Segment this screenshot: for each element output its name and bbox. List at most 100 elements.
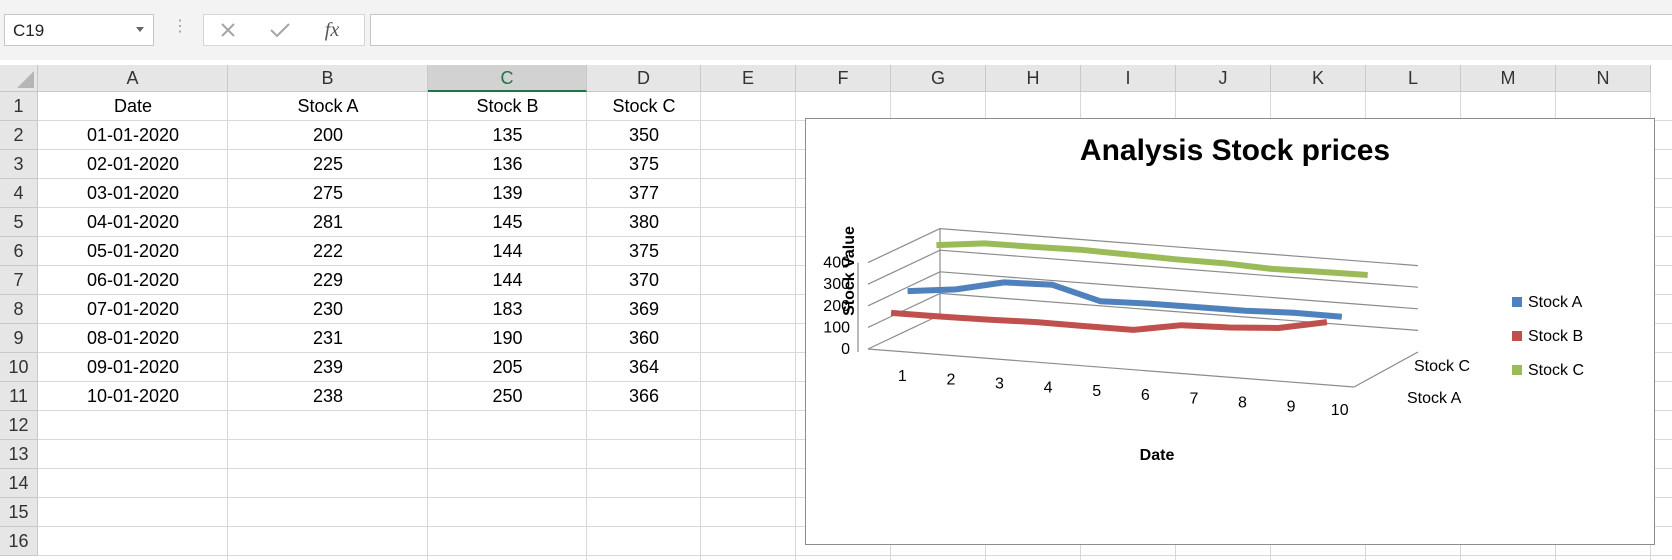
cell-d10[interactable]: 364 [587,353,701,382]
column-header-i[interactable]: I [1081,65,1176,92]
row-header-7[interactable]: 7 [0,266,38,295]
column-header-g[interactable]: G [891,65,986,92]
row-header-1[interactable]: 1 [0,92,38,121]
cell-a3[interactable]: 02-01-2020 [38,150,228,179]
cell-c9[interactable]: 190 [428,324,587,353]
cell-c6[interactable]: 144 [428,237,587,266]
insert-function-button[interactable]: fx [312,18,352,42]
formula-input[interactable] [370,14,1672,46]
select-all-button[interactable] [0,65,38,92]
gridline-vertical [795,92,796,560]
cell-b7[interactable]: 229 [228,266,428,295]
cell-a11[interactable]: 10-01-2020 [38,382,228,411]
cell-b9[interactable]: 231 [228,324,428,353]
cell-c1[interactable]: Stock B [428,92,587,121]
cell-b6[interactable]: 222 [228,237,428,266]
cell-b2[interactable]: 200 [228,121,428,150]
cell-d5[interactable]: 380 [587,208,701,237]
row-header-16[interactable]: 16 [0,527,38,556]
column-header-h[interactable]: H [986,65,1081,92]
cell-a2[interactable]: 01-01-2020 [38,121,228,150]
cell-b5[interactable]: 281 [228,208,428,237]
cell-b10[interactable]: 239 [228,353,428,382]
cell-c3[interactable]: 136 [428,150,587,179]
row-header-15[interactable]: 15 [0,498,38,527]
cell-a4[interactable]: 03-01-2020 [38,179,228,208]
cell-b8[interactable]: 230 [228,295,428,324]
cell-a1[interactable]: Date [38,92,228,121]
name-box[interactable]: C19 [4,14,154,46]
cell-d9[interactable]: 360 [587,324,701,353]
row-header-3[interactable]: 3 [0,150,38,179]
cell-d1[interactable]: Stock C [587,92,701,121]
cell-c10[interactable]: 205 [428,353,587,382]
cell-c8[interactable]: 183 [428,295,587,324]
series-line-stock-b [890,309,1328,333]
cell-d11[interactable]: 366 [587,382,701,411]
cell-d8[interactable]: 369 [587,295,701,324]
cell-d3[interactable]: 375 [587,150,701,179]
column-header-c[interactable]: C [428,65,587,92]
cell-a7[interactable]: 06-01-2020 [38,266,228,295]
cell-d4[interactable]: 377 [587,179,701,208]
row-header-14[interactable]: 14 [0,469,38,498]
row-header-12[interactable]: 12 [0,411,38,440]
row-header-4[interactable]: 4 [0,179,38,208]
legend-item-stock-c: Stock C [1528,362,1584,379]
y-tick-label: 100 [823,319,850,336]
cell-a5[interactable]: 04-01-2020 [38,208,228,237]
column-header-d[interactable]: D [587,65,701,92]
column-header-f[interactable]: F [796,65,891,92]
cell-b1[interactable]: Stock A [228,92,428,121]
legend-swatch-stock-c [1512,365,1522,375]
row-header-6[interactable]: 6 [0,237,38,266]
name-box-value: C19 [13,21,45,40]
y-tick-label: 200 [823,298,850,315]
row-header-10[interactable]: 10 [0,353,38,382]
x-tick-label: 2 [946,372,955,389]
cell-a6[interactable]: 05-01-2020 [38,237,228,266]
column-header-j[interactable]: J [1176,65,1271,92]
cell-d2[interactable]: 350 [587,121,701,150]
column-header-m[interactable]: M [1461,65,1556,92]
cell-b4[interactable]: 275 [228,179,428,208]
y-tick-label: 0 [841,341,850,358]
column-header-a[interactable]: A [38,65,228,92]
vertical-dots-icon[interactable]: ⋮ [172,19,188,35]
column-header-l[interactable]: L [1366,65,1461,92]
x-tick-label: 7 [1189,391,1198,408]
cell-d6[interactable]: 375 [587,237,701,266]
cell-d7[interactable]: 370 [587,266,701,295]
row-header-11[interactable]: 11 [0,382,38,411]
chevron-down-icon[interactable] [136,27,144,32]
cell-b11[interactable]: 238 [228,382,428,411]
cell-c2[interactable]: 135 [428,121,587,150]
cell-c7[interactable]: 144 [428,266,587,295]
column-header-b[interactable]: B [228,65,428,92]
chart-object[interactable]: Analysis Stock prices Stock Value Date 0 100… [805,118,1655,545]
legend-item-stock-a: Stock A [1528,294,1583,311]
cell-a8[interactable]: 07-01-2020 [38,295,228,324]
column-header-e[interactable]: E [701,65,796,92]
row-header-8[interactable]: 8 [0,295,38,324]
cell-c4[interactable]: 139 [428,179,587,208]
row-header-2[interactable]: 2 [0,121,38,150]
depth-label-stock-a: Stock A [1407,390,1462,407]
column-header-k[interactable]: K [1271,65,1366,92]
column-header-n[interactable]: N [1556,65,1651,92]
side-wall-gridline [867,292,941,328]
row-header-5[interactable]: 5 [0,208,38,237]
cell-c5[interactable]: 145 [428,208,587,237]
x-tick-label: 3 [995,376,1004,393]
cancel-icon[interactable] [208,18,248,42]
enter-icon[interactable] [260,18,300,42]
row-header-9[interactable]: 9 [0,324,38,353]
series-line-stock-a [907,279,1343,320]
cell-c11[interactable]: 250 [428,382,587,411]
row-header-13[interactable]: 13 [0,440,38,469]
cell-a9[interactable]: 08-01-2020 [38,324,228,353]
cell-a10[interactable]: 09-01-2020 [38,353,228,382]
x-tick-label: 9 [1287,398,1296,415]
series-line-stock-c [936,240,1368,278]
cell-b3[interactable]: 225 [228,150,428,179]
